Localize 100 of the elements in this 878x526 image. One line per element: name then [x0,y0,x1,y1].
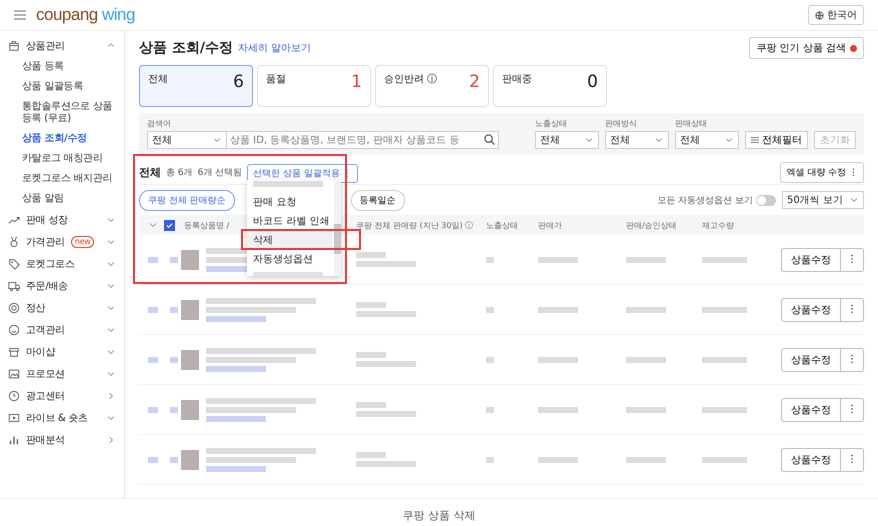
logo: coupang wing [36,5,135,25]
sidebar-subitem[interactable]: 상품 알림 [0,189,124,209]
all-filters-button[interactable]: 전체필터 [745,131,808,149]
status-card[interactable]: 전체 6 [139,65,253,107]
search-field[interactable]: 상품 ID, 등록상품명, 브랜드명, 판매자 상품코드 등 [227,131,499,149]
photo-placeholder [181,250,199,270]
blurred-text [170,256,178,262]
blurred-text [356,261,416,267]
status-label: 판매중 [502,73,532,86]
status-card[interactable]: 판매중 0 [493,65,607,107]
filter-select[interactable]: 전체 [535,131,599,149]
sidebar-label: 주문/배송 [26,280,68,293]
toggle-switch[interactable] [756,194,776,206]
tag-icon [8,258,20,270]
total-count: 총 6개 [166,166,193,178]
sidebar-item[interactable]: 광고센터 [0,385,124,407]
sidebar-subitem[interactable]: 카탈로그 매칭관리 [0,149,124,169]
edit-product-button[interactable]: 상품수정 [781,448,841,472]
sidebar-label: 광고센터 [26,390,65,403]
blurred-text [148,356,158,362]
sidebar-item[interactable]: 고객관리 [0,319,124,341]
toggle-label: 모든 자동생성옵션 보기 [657,194,753,206]
menu-item[interactable]: 바코드 라벨 인쇄 [247,211,334,230]
excel-bulk-edit-button[interactable]: 엑셀 대량 수정 ⋮ [780,162,864,182]
blurred-text [148,306,158,312]
more-button[interactable]: ⋮ [841,248,864,272]
sidebar-item[interactable]: 프로모션 [0,363,124,385]
popular-products-button[interactable]: 쿠팡 인기 상품 검색 [749,37,864,59]
blurred-text [538,356,578,362]
sidebar-label: 로켓그로스 [26,258,75,271]
photo-placeholder [181,300,199,320]
sidebar-item[interactable]: 판매분석 [0,429,124,451]
sort-pill[interactable]: 등록일순 [350,190,405,210]
more-button[interactable]: ⋮ [841,348,864,372]
edit-product-button[interactable]: 상품수정 [781,348,841,372]
edit-product-button[interactable]: 상품수정 [781,248,841,272]
sidebar-item[interactable]: 판매 성장 [0,209,124,231]
sidebar-label: 프로모션 [26,368,65,381]
sidebar-item[interactable]: 상품관리 [0,35,124,57]
sidebar-subitem[interactable]: 상품 등록 [0,57,124,77]
status-count: 1 [351,72,362,92]
menu-item[interactable]: 판매 요청 [247,192,334,211]
search-icon[interactable] [484,134,495,145]
picture-icon [8,368,20,380]
status-count: 6 [233,72,244,92]
blurred-text [206,366,266,372]
sidebar-subitem[interactable]: 상품 일괄등록 [0,77,124,97]
column-header: 재고수량 [702,220,734,230]
sidebar-subitem[interactable]: 통합솔루션으로 상품등록 (무료) [0,97,124,129]
sidebar-item[interactable]: 가격관리 new [0,231,124,253]
sidebar-item[interactable]: 주문/배송 [0,275,124,297]
sidebar-subitem[interactable]: 로켓그로스 배지관리 [0,169,124,189]
edit-product-button[interactable]: 상품수정 [781,298,841,322]
page-title: 상품 조회/수정 [139,39,233,57]
blurred-text [356,311,416,317]
menu-item[interactable]: 자동생성옵션 [247,249,334,268]
blurred-text [702,256,747,262]
blurred-text [486,306,494,312]
blurred-text [206,466,266,472]
help-link[interactable]: 자세히 알아보기 [238,41,312,55]
sidebar-item[interactable]: 라이브 & 숏츠 [0,407,124,429]
blurred-text [486,256,494,262]
sidebar-item[interactable]: 로켓그로스 [0,253,124,275]
blurred-text [148,406,158,412]
status-card[interactable]: 품절 1 [257,65,371,107]
blurred-text [356,402,386,408]
more-button[interactable]: ⋮ [841,398,864,422]
filter-select[interactable]: 전체 [675,131,739,149]
globe-icon [815,10,824,20]
selected-count: 6개 선택됨 [198,166,242,178]
sidebar-item[interactable]: 마이샵 [0,341,124,363]
column-header: 판매가 [538,220,562,230]
blurred-text [356,302,386,308]
blurred-text [253,181,324,187]
field-label: 노출상태 [535,118,568,129]
status-count: 2 [469,72,480,92]
more-button[interactable]: ⋮ [841,448,864,472]
language-select[interactable]: 한국어 [808,5,864,25]
field-label: 검색어 [147,118,172,129]
blurred-text [170,306,178,312]
sidebar-item[interactable]: 정산 [0,297,124,319]
status-label: 전체 [148,73,168,86]
shop-icon [8,346,20,358]
sort-pill[interactable]: 쿠팡 전체 판매량순 [139,190,235,210]
blurred-text [702,306,747,312]
blurred-text [148,456,158,462]
sidebar-subitem[interactable]: 상품 조회/수정 [0,129,124,149]
menu-icon[interactable] [14,10,26,20]
page-size-select[interactable]: 50개씩 보기 [782,191,864,209]
edit-product-button[interactable]: 상품수정 [781,398,841,422]
blurred-text [538,406,578,412]
search-scope-select[interactable]: 전체 [147,131,227,149]
blurred-text [626,256,666,262]
more-button[interactable]: ⋮ [841,298,864,322]
photo-placeholder [181,350,199,370]
filter-select[interactable]: 전체 [605,131,669,149]
status-card[interactable]: 승인반려 ⓘ 2 [375,65,489,107]
sidebar-label: 라이브 & 숏츠 [26,412,88,425]
select-all-checkbox[interactable] [164,220,175,230]
new-badge: new [70,236,94,248]
